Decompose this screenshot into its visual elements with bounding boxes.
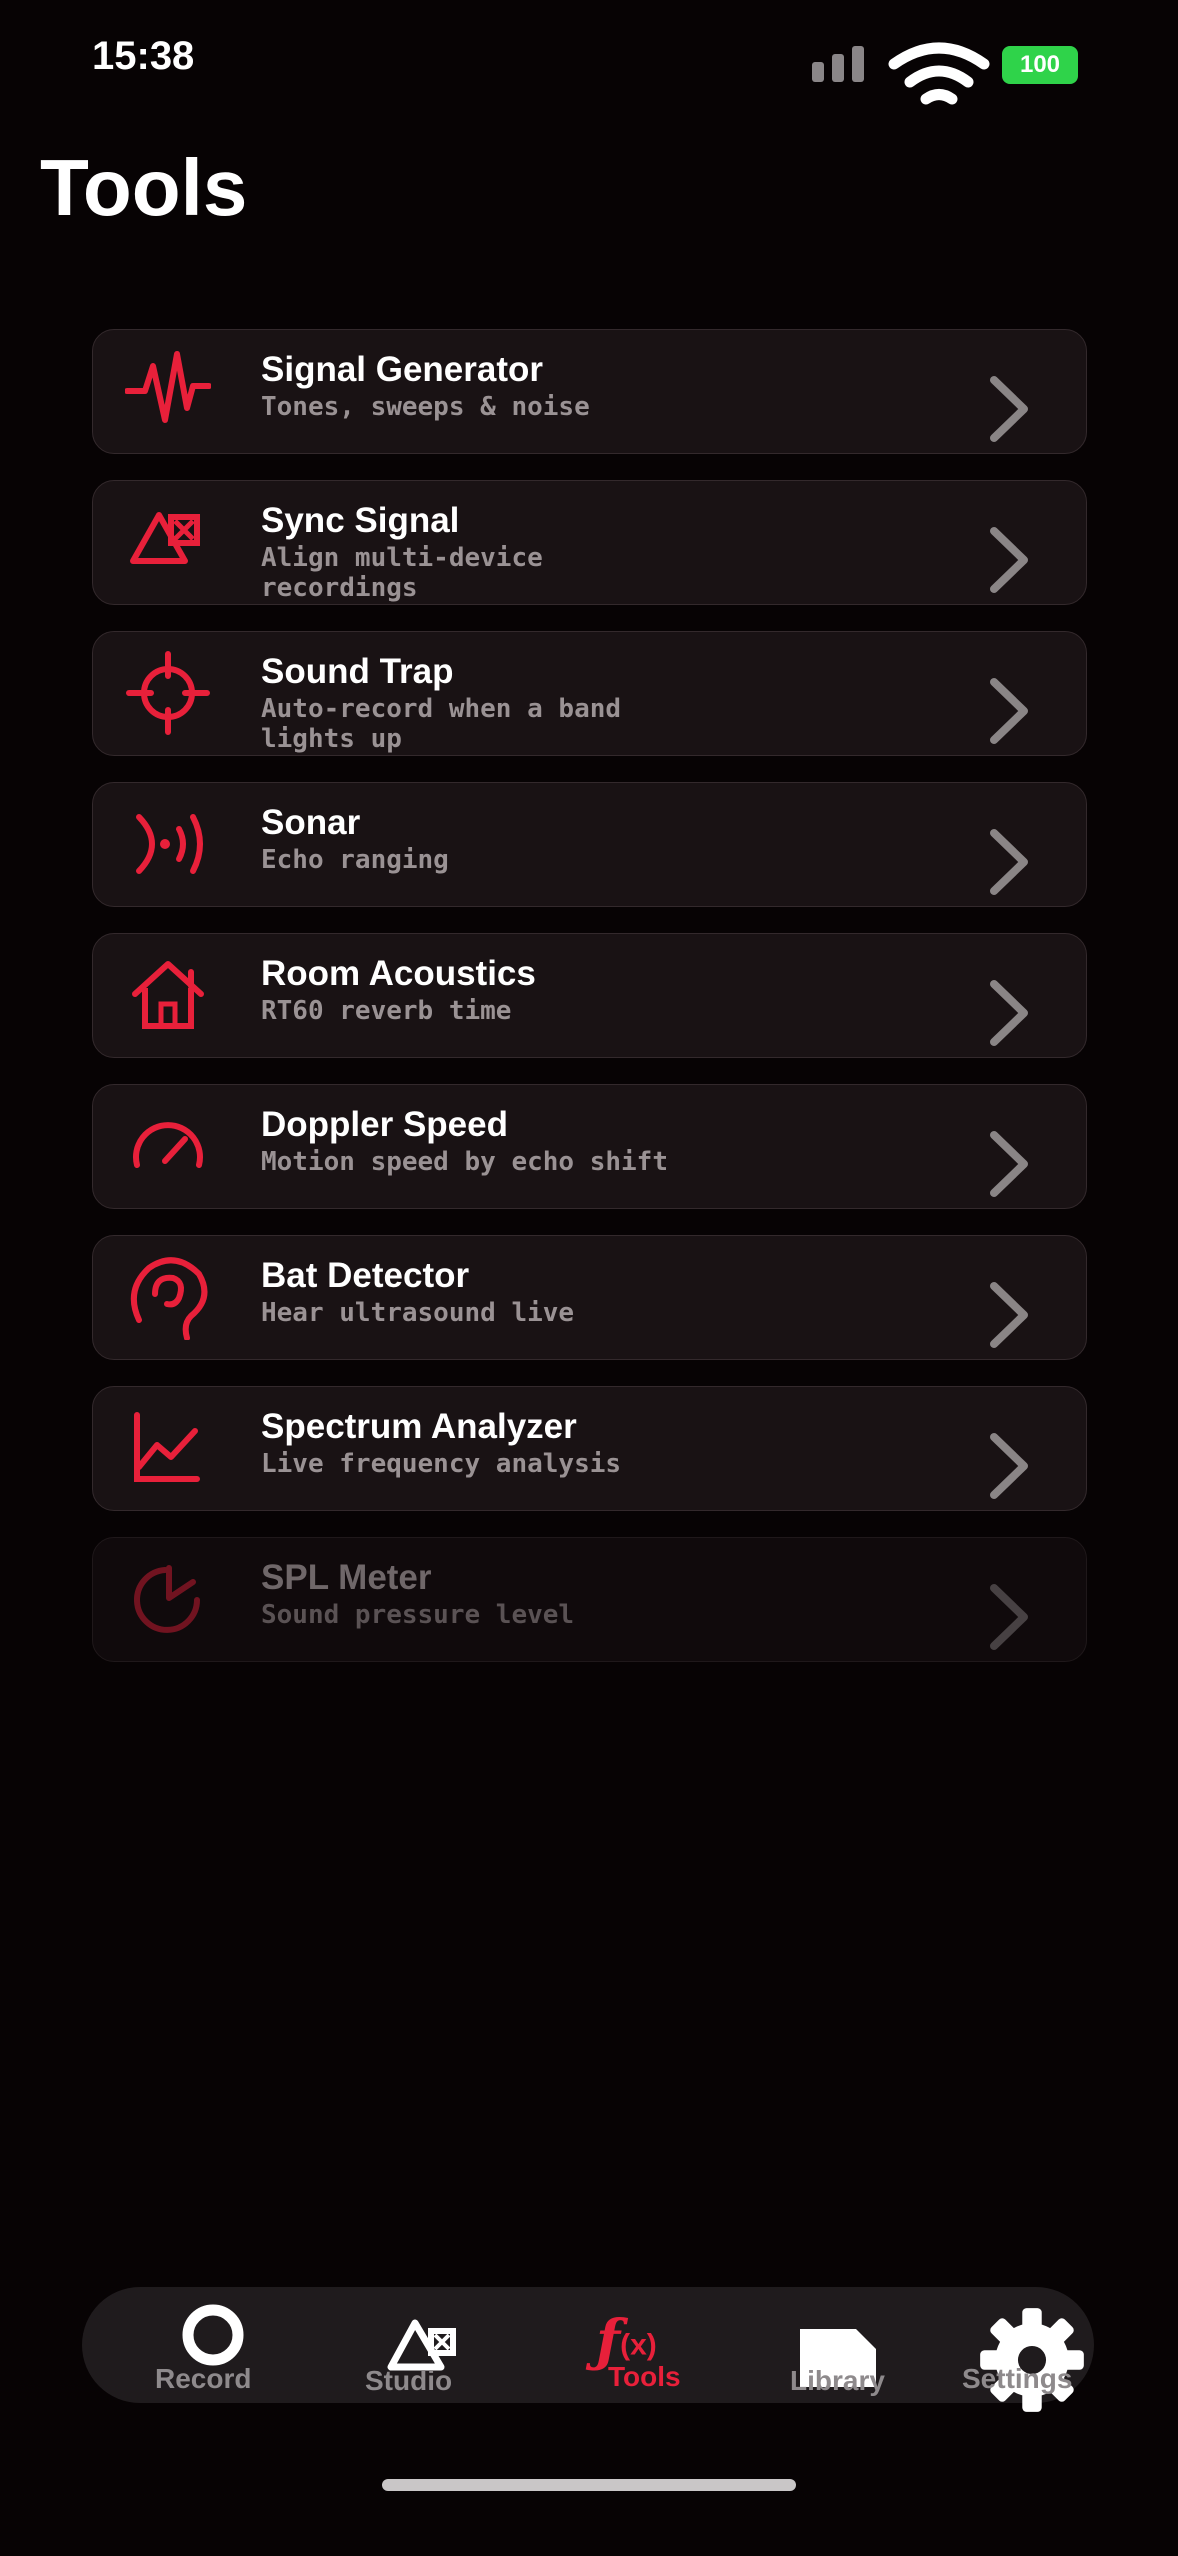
tab-library[interactable]: Library	[782, 2287, 922, 2403]
tool-title: Signal Generator	[261, 350, 544, 389]
tab-record[interactable]: Record	[142, 2287, 282, 2403]
tool-subtitle: Auto-record when a band lights up	[261, 694, 622, 754]
tool-subtitle: Motion speed by echo shift	[261, 1147, 668, 1177]
sync-triangle-icon	[125, 499, 211, 585]
tool-subtitle: Align multi-device recordings	[261, 543, 543, 603]
chevron-right-icon	[990, 527, 1028, 593]
tool-room-acoustics[interactable]: Room Acoustics RT60 reverb time	[92, 933, 1087, 1058]
tool-title: Room Acoustics	[261, 954, 536, 993]
tab-label: Settings	[962, 2363, 1073, 2394]
tab-tools[interactable]: ƒ(x) Tools	[582, 2287, 722, 2403]
tab-studio[interactable]: Studio	[350, 2287, 500, 2403]
tool-spectrum-analyzer[interactable]: Spectrum Analyzer Live frequency analysi…	[92, 1386, 1087, 1511]
chevron-right-icon	[990, 1433, 1028, 1499]
chevron-right-icon	[990, 1282, 1028, 1348]
tool-title: Doppler Speed	[261, 1105, 508, 1144]
tool-title: Sonar	[261, 803, 361, 842]
status-time: 15:38	[92, 34, 195, 78]
home-indicator[interactable]	[382, 2479, 796, 2491]
tool-subtitle: Echo ranging	[261, 845, 449, 875]
tool-sync-signal[interactable]: Sync Signal Align multi-device recording…	[92, 480, 1087, 605]
gear-icon	[980, 2308, 1084, 2412]
speedometer-icon	[125, 1103, 211, 1189]
tool-bat-detector[interactable]: Bat Detector Hear ultrasound live	[92, 1235, 1087, 1360]
tool-subtitle: RT60 reverb time	[261, 996, 512, 1026]
tool-subtitle: Sound pressure level	[261, 1600, 575, 1630]
ear-icon	[125, 1254, 211, 1341]
tool-title: Bat Detector	[261, 1256, 470, 1295]
tab-label: Studio	[365, 2365, 453, 2396]
page-title: Tools	[40, 143, 248, 232]
wifi-icon	[888, 42, 990, 105]
chevron-right-icon	[990, 980, 1028, 1046]
crosshair-icon	[125, 650, 211, 736]
tab-bar: Record Studio ƒ(x) Tools Library Setting…	[82, 2287, 1094, 2412]
tab-label: Library	[790, 2365, 885, 2396]
chevron-right-icon	[990, 829, 1028, 895]
tool-title: Spectrum Analyzer	[261, 1407, 577, 1446]
tool-title: Sync Signal	[261, 501, 460, 540]
chevron-right-icon	[990, 678, 1028, 744]
waveform-icon	[124, 348, 212, 434]
tool-sonar[interactable]: Sonar Echo ranging	[92, 782, 1087, 907]
tool-sound-trap[interactable]: Sound Trap Auto-record when a band light…	[92, 631, 1087, 756]
tool-subtitle: Tones, sweeps & noise	[261, 392, 590, 422]
record-circle-icon	[182, 2304, 244, 2366]
tool-title: SPL Meter	[261, 1558, 432, 1597]
tool-spl-meter[interactable]: SPL Meter Sound pressure level	[92, 1537, 1087, 1662]
tab-label: Tools	[608, 2361, 681, 2392]
battery-icon: 100	[1002, 46, 1078, 84]
cellular-signal-icon	[812, 46, 864, 82]
line-chart-icon	[125, 1405, 211, 1491]
house-icon	[125, 952, 211, 1038]
tab-label: Record	[155, 2363, 252, 2394]
tool-signal-generator[interactable]: Signal Generator Tones, sweeps & noise	[92, 329, 1087, 454]
tool-subtitle: Live frequency analysis	[261, 1449, 622, 1479]
tool-doppler-speed[interactable]: Doppler Speed Motion speed by echo shift	[92, 1084, 1087, 1209]
tool-subtitle: Hear ultrasound live	[261, 1298, 575, 1328]
chevron-right-icon	[990, 1131, 1028, 1197]
pie-gauge-icon	[125, 1556, 211, 1642]
chevron-right-icon	[990, 376, 1028, 442]
tool-title: Sound Trap	[261, 652, 454, 691]
sonar-waves-icon	[125, 801, 211, 887]
tab-settings[interactable]: Settings	[962, 2287, 1094, 2412]
chevron-right-icon	[990, 1584, 1028, 1650]
